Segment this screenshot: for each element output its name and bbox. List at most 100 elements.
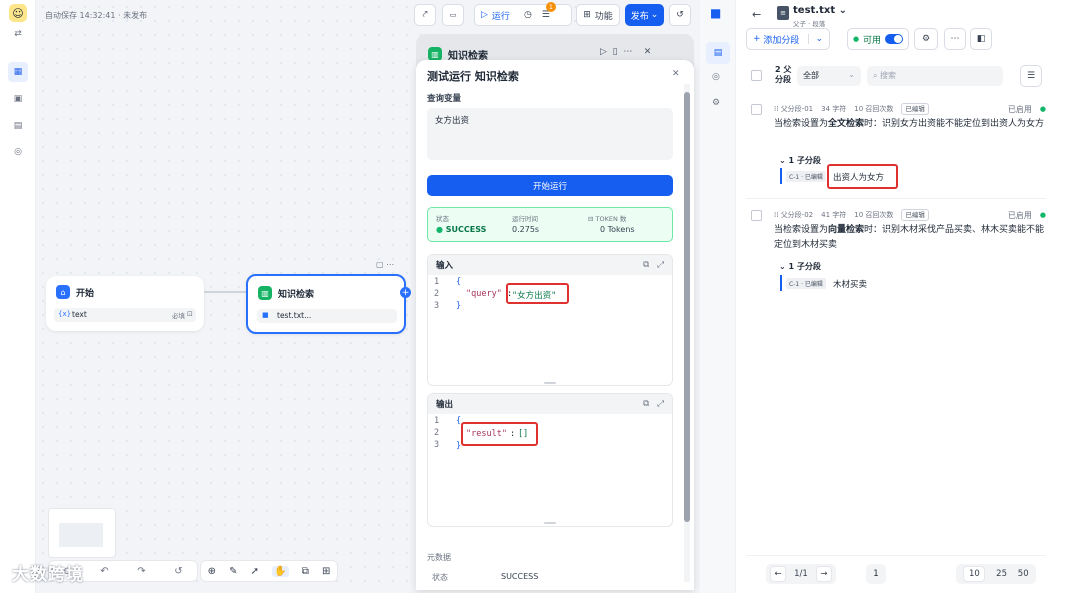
panel-more-icon[interactable]: ⋯ (623, 47, 632, 57)
scrollbar-track[interactable] (684, 84, 690, 582)
note-icon[interactable]: ✎ (229, 566, 237, 577)
checklist-button[interactable]: ☰ 1 (542, 2, 556, 20)
child-segment-text[interactable]: 木材买卖 (833, 278, 867, 290)
prev-page-icon[interactable]: ← (770, 566, 787, 582)
studio-icon[interactable]: ▦ (8, 62, 28, 82)
type-icon: ⊡ (187, 310, 193, 318)
node-actions: ▢ ⋯ (376, 260, 394, 269)
copy-icon[interactable]: ⧉ (643, 399, 649, 409)
chevron-down-icon[interactable]: ⌄ (808, 34, 823, 44)
version-history-icon[interactable]: ↺ (669, 4, 691, 26)
segment-meta: ⁞⁞ 父分段-01 34 字符 10 召回次数 已编辑 已启用 ● (774, 103, 1046, 115)
segment-count: 2 父分段 (775, 65, 791, 85)
checklist-icon[interactable]: ⤤ (414, 4, 436, 26)
more-options-icon[interactable]: ⋯ (944, 28, 966, 50)
copy-icon[interactable]: ⧉ (643, 260, 649, 270)
select-all-checkbox[interactable] (751, 70, 762, 81)
status-text: SUCCESS (445, 225, 487, 234)
list-view-icon[interactable]: ☰ (1020, 65, 1042, 87)
knowledge-node[interactable]: ▥ 知识检索 ■ test.txt... + (246, 274, 411, 334)
child-segment-toggle[interactable]: ⌄ 1 子分段 (779, 155, 821, 166)
hit-count: 10 召回次数 (854, 211, 894, 219)
expand-icon[interactable]: ⤢ (657, 260, 664, 270)
child-segment-toggle[interactable]: ⌄ 1 子分段 (779, 261, 821, 272)
explore-icon[interactable]: ◎ (8, 142, 28, 162)
close-icon[interactable]: ✕ (672, 69, 680, 79)
settings-icon[interactable]: ⚙ (712, 98, 720, 108)
env-icon[interactable]: ▭ (442, 4, 464, 26)
segment-settings-icon[interactable]: ⚙ (914, 28, 938, 50)
panel-actions: ▷ ▯ ⋯ ✕ (600, 47, 651, 57)
segment-checkbox[interactable] (751, 210, 762, 221)
feature-button[interactable]: ⊞ 功能 (576, 4, 620, 26)
document-icon[interactable]: ▤ (8, 116, 28, 136)
search-input[interactable]: ⌕ 搜索 (867, 66, 1003, 86)
publish-button[interactable]: 发布 ⌄ (625, 4, 664, 26)
publish-label: 发布 (630, 11, 649, 22)
folder-icon[interactable]: ■ (710, 6, 726, 22)
query-input[interactable]: 女方出资 (427, 108, 673, 160)
file-subtitle: 父子 · 段落 (793, 20, 826, 28)
document-icon[interactable]: ▤ (706, 42, 730, 64)
add-block-icon[interactable]: ⊕ (208, 566, 216, 577)
segment-id: ⁞⁞ 父分段-01 (774, 104, 813, 114)
page-size-option[interactable]: 50 (1018, 569, 1029, 579)
play-icon[interactable]: ▷ (481, 10, 488, 20)
test-run-dialog: 测试运行 知识检索 ✕ 查询变量 女方出资 开始运行 状态 ● SUCCESS … (416, 60, 694, 590)
hand-icon[interactable]: ✋ (272, 565, 289, 577)
knowledge-icon: ▥ (258, 286, 272, 300)
toggle-switch[interactable] (885, 34, 904, 44)
panel-play-icon[interactable]: ▷ (600, 47, 607, 57)
add-segment-button[interactable]: + 添加分段 ⌄ (746, 28, 830, 50)
panel-book-icon[interactable]: ▯ (613, 47, 618, 57)
history-icon[interactable]: ◷ (524, 10, 532, 20)
image-icon[interactable]: ▣ (8, 89, 28, 109)
target-icon[interactable]: ◎ (712, 72, 720, 82)
redo-icon[interactable]: ↷ (137, 566, 145, 577)
minimap[interactable] (48, 508, 116, 558)
current-page[interactable]: 1 (866, 564, 886, 584)
metadata-status-label: 状态 (432, 573, 448, 582)
add-node-icon[interactable]: + (400, 287, 411, 298)
filter-select[interactable]: 全部 ⌄ (797, 66, 861, 86)
resize-handle[interactable] (544, 522, 556, 524)
stop-icon[interactable]: ▢ (376, 260, 384, 269)
child-segment-text[interactable]: 出资人为女方 (833, 171, 884, 183)
more-icon[interactable]: ⋯ (386, 260, 394, 269)
segment-id: ⁞⁞ 父分段-02 (774, 210, 813, 220)
file-title[interactable]: test.txt ⌄ (793, 5, 847, 16)
segment-count-line2: 分段 (775, 75, 791, 84)
scrollbar-thumb[interactable] (684, 92, 690, 522)
restore-icon[interactable]: ↺ (174, 566, 182, 577)
search-placeholder: 搜索 (880, 71, 897, 80)
start-node[interactable]: ⌂ 开始 {x} text 必填 ⊡ (46, 276, 204, 331)
folder-icon: ■ (262, 311, 269, 319)
swap-icon[interactable]: ⇄ (8, 24, 28, 44)
input-title: 输入 (436, 261, 454, 271)
segment-content[interactable]: 当检索设置为向量检索时：识别木材采伐产品买卖、林木买卖能不能定位到木材买卖 (774, 223, 1046, 253)
availability-toggle[interactable]: ● 可用 (847, 28, 909, 50)
start-variable: {x} text 必填 ⊡ (54, 308, 196, 322)
run-button[interactable]: 运行 (492, 9, 510, 22)
pointer-icon[interactable]: ➚ (251, 566, 259, 577)
code-colon: : (510, 429, 516, 439)
next-page-icon[interactable]: → (815, 566, 832, 582)
resize-handle[interactable] (544, 382, 556, 384)
segment-text-post: 时：识别女方出资能不能定位到出资人为女方 (864, 119, 1045, 129)
back-arrow-icon[interactable]: ← (752, 8, 761, 21)
start-run-button[interactable]: 开始运行 (427, 175, 673, 196)
undo-icon[interactable]: ↶ (100, 566, 108, 577)
layout-icon[interactable]: ⊞ (322, 566, 330, 577)
sidebar-toggle-icon[interactable]: ◧ (970, 28, 992, 50)
export-icon[interactable]: ⧉ (302, 566, 309, 577)
page-size-option[interactable]: 25 (996, 569, 1007, 579)
status-dot-icon: ● (436, 225, 443, 234)
page-size-option[interactable]: 10 (963, 566, 986, 582)
panel-close-icon[interactable]: ✕ (644, 47, 652, 57)
document-rail: ■ ▤ ◎ ⚙ (700, 0, 736, 593)
expand-icon[interactable]: ⤢ (657, 399, 664, 409)
segment-status: 已启用 (1007, 104, 1032, 114)
chevron-down-icon: ⌄ (779, 156, 786, 165)
segment-content[interactable]: 当检索设置为全文检索时：识别女方出资能不能定位到出资人为女方 (774, 117, 1046, 132)
segment-checkbox[interactable] (751, 104, 762, 115)
